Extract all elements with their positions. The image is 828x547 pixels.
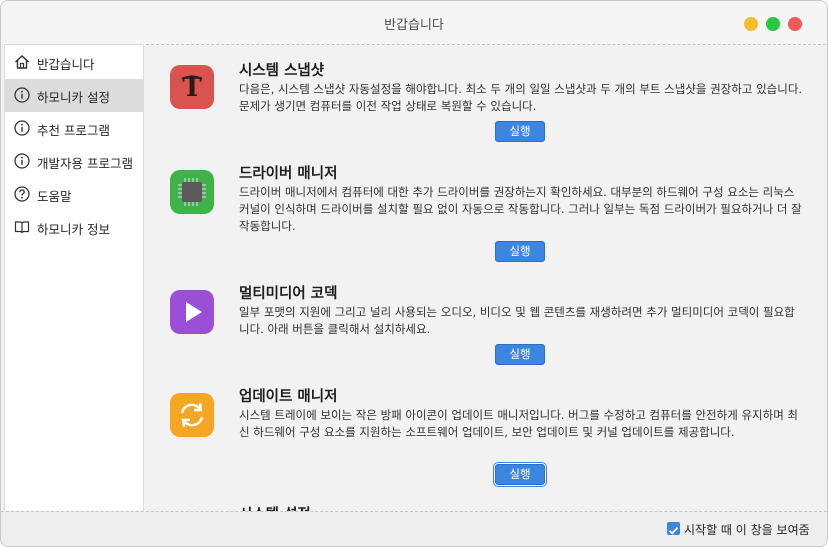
info-icon [14,120,30,136]
section-title: 업데이트 매니저 [239,389,338,405]
home-icon [14,54,30,70]
title-bar[interactable]: 반갑습니다 [1,1,827,44]
book-icon [14,219,30,235]
close-button[interactable] [788,17,802,31]
sidebar-item-label: 도움말 [37,189,72,204]
footer-bar: 시작할 때 이 창을 보여줌 [1,511,827,546]
sidebar-item-label: 하모니카 정보 [37,222,110,237]
show-on-startup-checkbox[interactable] [667,522,680,535]
info-icon [14,153,30,169]
timeshift-icon: T [170,65,214,109]
window-title: 반갑습니다 [384,18,444,33]
sidebar-item-harmonica-settings[interactable]: 하모니카 설정 [5,79,143,112]
sidebar-item-developer[interactable]: 개발자용 프로그램 [5,145,143,178]
chip-icon [170,170,214,214]
sidebar-item-about[interactable]: 하모니카 정보 [5,211,143,244]
welcome-window: 반갑습니다 반갑습니다 하모니카 설정 추천 프로그램 개발자용 프로그램 도움… [0,0,828,547]
section-title: 멀티미디어 코덱 [239,286,338,302]
sidebar-item-label: 하모니카 설정 [37,90,110,105]
section-title: 시스템 스냅샷 [239,63,325,79]
minimize-button[interactable] [744,17,758,31]
section-description: 드라이버 매니저에서 컴퓨터에 대한 추가 드라이버를 권장하는지 확인하세요.… [239,185,802,233]
run-codecs-button[interactable]: 실행 [495,344,545,365]
section-description: 다음은, 시스템 스냅샷 자동설정을 해야합니다. 최소 두 개의 일일 스냅샷… [239,82,803,113]
run-update-manager-button[interactable]: 실행 [495,464,545,485]
section-description: 시스템 트레이에 보이는 작은 방패 아이콘이 업데이트 매니저입니다. 버그를… [239,408,799,439]
section-title: 드라이버 매니저 [239,166,338,182]
refresh-icon [170,393,214,437]
sidebar-item-recommended[interactable]: 추천 프로그램 [5,112,143,145]
sidebar: 반갑습니다 하모니카 설정 추천 프로그램 개발자용 프로그램 도움말 하모니카… [4,44,144,513]
maximize-button[interactable] [766,17,780,31]
info-icon [14,87,30,103]
run-snapshot-button[interactable]: 실행 [495,121,545,142]
settings-content[interactable]: T 시스템 스냅샷 다음은, 시스템 스냅샷 자동설정을 해야합니다. 최소 두… [146,44,826,512]
sidebar-item-label: 개발자용 프로그램 [37,156,133,171]
show-on-startup-label[interactable]: 시작할 때 이 창을 보여줌 [684,521,810,538]
section-description: 일부 포맷의 지원에 그리고 널리 사용되는 오디오, 비디오 및 웹 콘텐츠를… [239,305,795,336]
play-icon [170,290,214,334]
sidebar-item-welcome[interactable]: 반갑습니다 [5,46,143,79]
sidebar-item-label: 반갑습니다 [37,57,95,72]
sidebar-item-label: 추천 프로그램 [37,123,110,138]
help-icon [14,186,30,202]
run-driver-manager-button[interactable]: 실행 [495,241,545,262]
sidebar-item-help[interactable]: 도움말 [5,178,143,211]
